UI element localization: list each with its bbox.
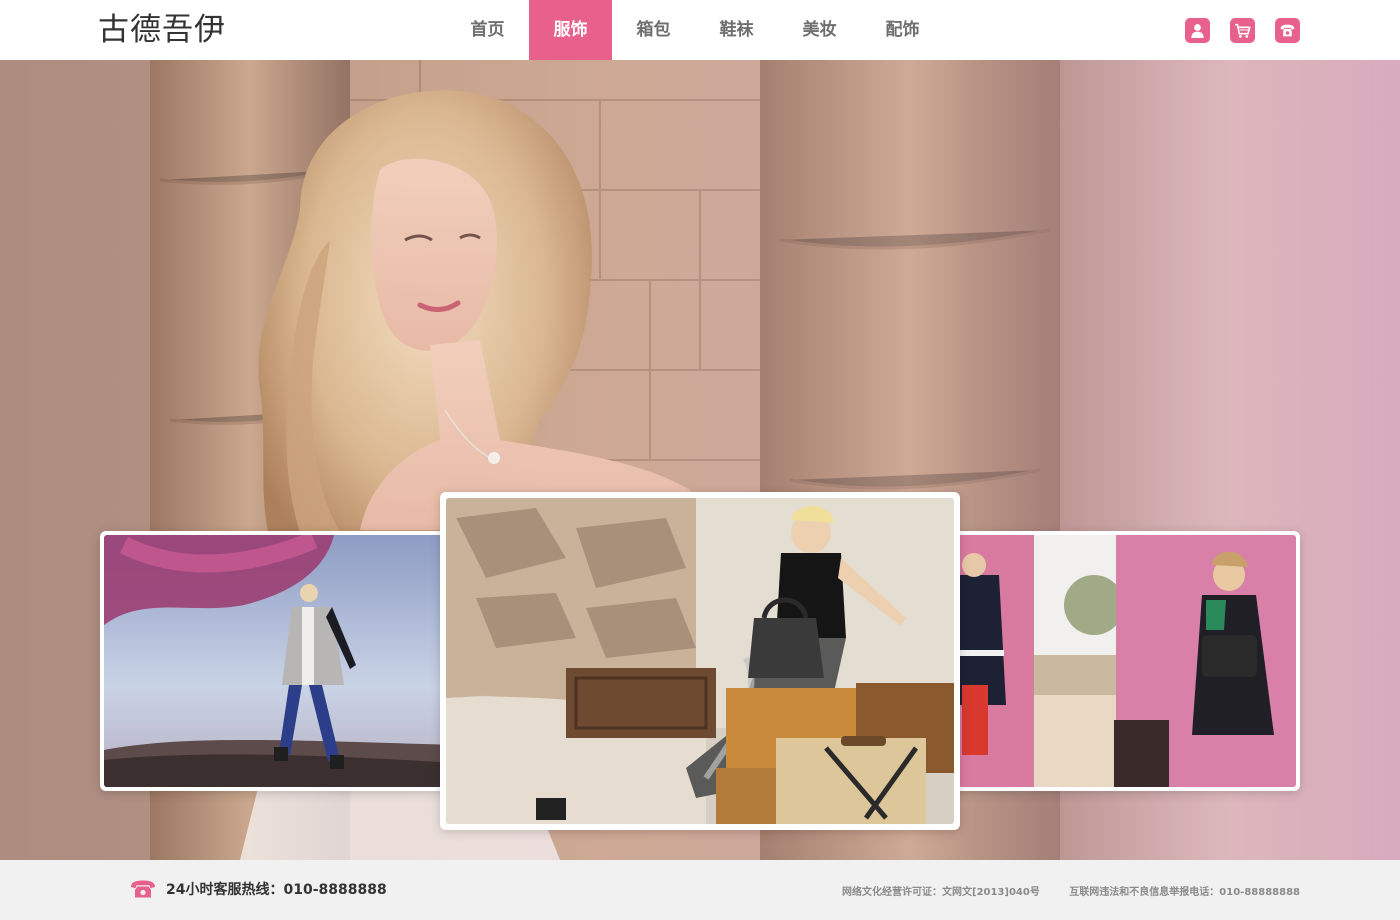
user-icon[interactable] — [1185, 18, 1210, 43]
phone-icon[interactable] — [1275, 18, 1300, 43]
hotline: 24小时客服热线：010-8888888 — [130, 879, 387, 899]
carousel-slide-center[interactable] — [440, 492, 960, 830]
carousel-slide-left[interactable] — [100, 531, 460, 791]
phone-icon — [131, 880, 155, 898]
brand-logo[interactable]: 古德吾伊 — [98, 10, 226, 50]
nav-item-home[interactable]: 首页 — [446, 0, 529, 60]
site-footer: 24小时客服热线：010-8888888 网络文化经营许可证：文网文[2013]… — [0, 860, 1400, 920]
slide-image-center — [446, 498, 954, 824]
slide-image-left — [104, 535, 456, 787]
header-icons — [1185, 18, 1300, 43]
nav-item-bags[interactable]: 箱包 — [612, 0, 695, 60]
main-nav: 首页 服饰 箱包 鞋袜 美妆 配饰 — [446, 0, 944, 60]
nav-item-shoes[interactable]: 鞋袜 — [695, 0, 778, 60]
cart-icon[interactable] — [1230, 18, 1255, 43]
report-phone-text: 互联网违法和不良信息举报电话：010-88888888 — [1069, 887, 1300, 898]
carousel-slide-right[interactable] — [940, 531, 1300, 791]
hotline-text: 24小时客服热线：010-8888888 — [166, 882, 387, 898]
slide-image-right — [944, 535, 1296, 787]
site-header: 古德吾伊 首页 服饰 箱包 鞋袜 美妆 配饰 — [0, 0, 1400, 60]
license-text: 网络文化经营许可证：文网文[2013]040号 — [842, 887, 1040, 898]
nav-item-clothing[interactable]: 服饰 — [529, 0, 612, 60]
nav-item-accessories[interactable]: 配饰 — [861, 0, 944, 60]
nav-item-beauty[interactable]: 美妆 — [778, 0, 861, 60]
